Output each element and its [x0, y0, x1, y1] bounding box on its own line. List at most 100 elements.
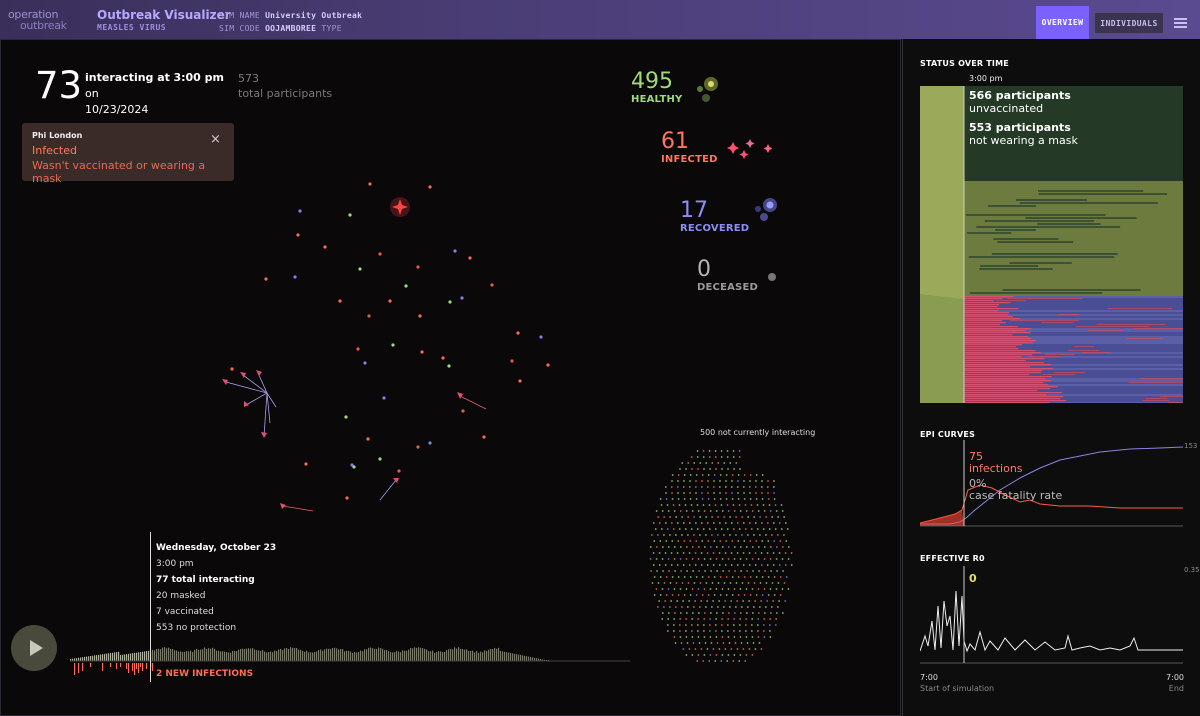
participant-node[interactable] [428, 441, 432, 445]
participant-node[interactable] [490, 283, 494, 287]
idle-participant-dot [713, 480, 715, 482]
participant-node[interactable] [345, 496, 349, 500]
participant-node[interactable] [352, 465, 356, 469]
participant-node[interactable] [264, 277, 268, 281]
participant-node[interactable] [382, 396, 386, 400]
idle-participant-dot [691, 618, 694, 620]
participant-node[interactable] [404, 284, 408, 288]
idle-participant-dot [763, 612, 766, 614]
idle-participant-dot [739, 546, 742, 548]
idle-participant-dot [709, 468, 711, 470]
participant-node[interactable] [304, 462, 308, 466]
idle-participant-dot [667, 510, 670, 512]
participant-node[interactable] [468, 256, 472, 260]
participant-node[interactable] [420, 350, 424, 354]
idle-participant-dot [707, 594, 710, 596]
participant-node[interactable] [366, 437, 370, 441]
app-logo[interactable]: operation outbreak [8, 9, 67, 31]
participant-node[interactable] [416, 265, 420, 269]
participant-node[interactable] [516, 331, 520, 335]
participant-node[interactable] [397, 469, 401, 473]
idle-participant-dot [729, 534, 731, 536]
participant-node[interactable] [296, 233, 300, 237]
histogram-bar [158, 648, 160, 661]
participant-node[interactable] [460, 296, 464, 300]
individuals-tab[interactable]: INDIVIDUALS [1095, 13, 1163, 33]
new-infection-tick [128, 663, 130, 673]
participant-node[interactable] [447, 364, 451, 368]
idle-participant-dot [742, 522, 745, 524]
histogram-bar [230, 652, 232, 661]
participant-node[interactable] [482, 435, 486, 439]
idle-participant-dot [671, 498, 674, 500]
participant-node[interactable] [510, 359, 514, 363]
histogram-bar [172, 648, 174, 661]
idle-participant-dot [685, 612, 688, 614]
timeline-cursor[interactable] [150, 532, 151, 682]
participant-node[interactable] [368, 182, 372, 186]
histogram-bar [364, 649, 366, 661]
participant-node[interactable] [298, 209, 302, 213]
idle-participant-dot [780, 528, 783, 530]
play-button[interactable] [11, 625, 57, 671]
participant-node[interactable] [388, 299, 392, 303]
idle-participant-dot [764, 570, 767, 572]
idle-participant-dot [725, 492, 727, 494]
effective-r0-chart[interactable] [920, 566, 1185, 664]
idle-participant-dot [694, 600, 697, 602]
participant-node[interactable] [428, 185, 432, 189]
idle-participant-dot [748, 486, 751, 488]
idle-participant-dot [679, 510, 682, 512]
participant-node[interactable] [418, 314, 422, 318]
idle-participant-dot [715, 588, 718, 590]
participant-node[interactable] [518, 379, 522, 383]
idle-participant-dot [726, 528, 729, 530]
infected-star-node[interactable] [390, 197, 410, 217]
histogram-bar [384, 650, 386, 661]
idle-participant-dot [658, 564, 661, 566]
histogram-bar [492, 649, 494, 661]
idle-participant-dot [694, 486, 697, 488]
idle-participant-dot [695, 594, 698, 596]
histogram-bar [372, 648, 374, 661]
participant-node[interactable] [344, 415, 348, 419]
participant-node[interactable] [453, 249, 457, 253]
menu-icon[interactable] [1174, 18, 1187, 28]
participant-node[interactable] [338, 299, 342, 303]
timeline-histogram[interactable] [60, 640, 640, 685]
participant-node[interactable] [546, 363, 550, 367]
participant-node[interactable] [323, 245, 327, 249]
participant-node[interactable] [461, 409, 465, 413]
histogram-bar [362, 651, 364, 661]
idle-participant-dot [750, 528, 753, 530]
participant-node[interactable] [378, 457, 382, 461]
participant-node[interactable] [348, 213, 352, 217]
idle-participant-dot [721, 468, 723, 470]
idle-participant-dot [781, 558, 784, 560]
stat-icons [697, 77, 777, 281]
participant-node[interactable] [416, 445, 420, 449]
histogram-bar [264, 651, 266, 661]
participant-node[interactable] [448, 300, 452, 304]
idle-participant-dot [708, 630, 711, 632]
participant-node[interactable] [358, 267, 362, 271]
idle-participant-dot [715, 618, 718, 620]
participant-node[interactable] [293, 275, 297, 279]
idle-participant-dot [761, 492, 763, 494]
participant-node[interactable] [391, 343, 395, 347]
histogram-bar [126, 654, 128, 661]
idle-participant-dot [733, 612, 736, 614]
idle-participant-dot [743, 480, 745, 482]
idle-participant-dot [701, 474, 704, 476]
participant-node[interactable] [441, 356, 445, 360]
idle-participant-dot [654, 528, 657, 530]
participant-node[interactable] [367, 314, 371, 318]
idle-participant-dot [701, 498, 704, 500]
participant-node[interactable] [230, 367, 234, 371]
idle-participant-dot [745, 510, 748, 512]
participant-node[interactable] [356, 347, 360, 351]
participant-node[interactable] [363, 361, 367, 365]
overview-tab[interactable]: OVERVIEW [1036, 6, 1089, 39]
participant-node[interactable] [539, 335, 543, 339]
participant-node[interactable] [378, 252, 382, 256]
